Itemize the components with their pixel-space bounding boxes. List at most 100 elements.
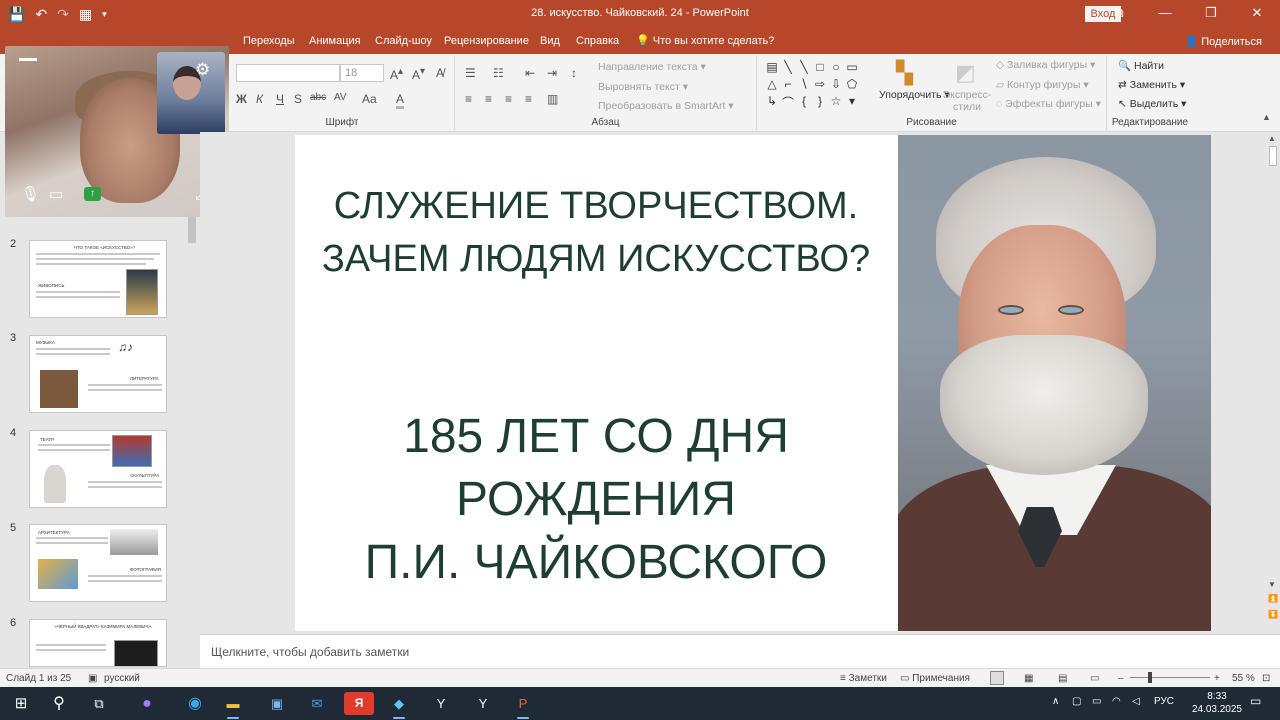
battery-icon[interactable]: ▭ [1092,696,1101,707]
more-shapes-icon[interactable]: ▾ [844,94,860,111]
camera-icon[interactable]: ▭ [49,185,63,203]
star-shape-icon[interactable]: ☆ [828,94,844,111]
increase-indent-icon[interactable]: ⇥ [547,66,557,80]
ribbon-display-icon[interactable]: ⧉ [1096,0,1142,28]
italic-icon[interactable]: К [256,92,263,106]
zoom-slider[interactable] [1130,677,1210,678]
fit-slide-icon[interactable]: ⊡ [1262,673,1270,684]
arc-shape-icon[interactable]: ⌒ [780,94,796,111]
messenger-icon[interactable]: ◆ [384,692,414,719]
file-explorer-icon[interactable]: ▬ [218,692,248,719]
tab-review[interactable]: Рецензирование [444,35,529,47]
shape-effects-button[interactable]: ◌ Эффекты фигуры ▾ [996,98,1101,110]
clear-formatting-icon[interactable]: A̸ [436,66,444,80]
share-button[interactable]: 👤 Поделиться [1184,35,1262,48]
justify-icon[interactable]: ≡ [525,92,532,106]
shadow-icon[interactable]: S [294,92,302,106]
right-arrow-shape-icon[interactable]: ⇨ [812,77,828,94]
tell-me-search[interactable]: 💡 Что вы хотите сделать? [636,34,774,47]
notifications-icon[interactable]: ▭ [1250,694,1261,708]
brace-left-shape-icon[interactable]: { [796,94,812,111]
scroll-down-icon[interactable]: ▼ [1268,580,1276,589]
textbox-shape-icon[interactable]: ▤ [764,60,780,77]
mail-icon[interactable]: ✉ [302,692,332,715]
arrange-icon[interactable]: ▚ [896,60,913,86]
notes-toggle[interactable]: ≡ Заметки [840,673,887,684]
tab-help[interactable]: Справка [576,35,619,47]
tab-transitions[interactable]: Переходы [243,35,295,47]
zoom-out-icon[interactable]: – [1118,673,1124,684]
thumbnail-slide-4[interactable]: ТЕАТР СКУЛЬПТУРА [29,430,167,508]
minimize-icon[interactable]: — [1142,0,1188,28]
restore-icon[interactable]: ❐ [1188,0,1234,28]
comments-toggle[interactable]: ▭ Примечания [900,673,970,684]
line-shape-icon[interactable]: ╲ [780,60,796,77]
store-icon[interactable]: ▣ [262,692,292,715]
start-icon[interactable]: ⊞ [6,692,36,715]
close-icon[interactable]: ✕ [1234,0,1280,28]
slide-sorter-icon[interactable]: ▦ [1024,673,1033,684]
brace-right-shape-icon[interactable]: } [812,94,828,111]
elbow-shape-icon[interactable]: ⌐ [780,77,796,94]
slide-subtitle[interactable]: 185 ЛЕТ СО ДНЯ РОЖДЕНИЯ П.И. ЧАЙКОВСКОГО [305,405,887,594]
yandex-browser-icon[interactable]: Y [426,692,456,715]
find-button[interactable]: 🔍 Найти [1118,59,1164,72]
underline-icon[interactable]: Ч [276,92,284,106]
spacing-icon[interactable]: AV [334,92,347,103]
decrease-font-icon[interactable]: A▾ [412,66,425,82]
tab-animation[interactable]: Анимация [309,35,361,47]
align-left-icon[interactable]: ≡ [465,92,472,106]
slide-scrollbar[interactable]: ▲ ▼ ⏫ ⏬ [1266,132,1280,632]
oval-shape-icon[interactable]: ○ [828,60,844,77]
normal-view-icon[interactable] [990,671,1004,685]
tab-view[interactable]: Вид [540,35,560,47]
font-color-icon[interactable]: A [396,92,405,109]
volume-icon[interactable]: ◁ [1132,696,1140,707]
columns-icon[interactable]: ▥ [547,92,558,106]
align-center-icon[interactable]: ≡ [485,92,492,106]
curve-shape-icon[interactable]: ∖ [796,77,812,94]
task-view-icon[interactable]: ⧉ [84,692,114,715]
reading-view-icon[interactable]: ▤ [1058,673,1067,684]
slideshow-view-icon[interactable]: ▭ [1090,673,1099,684]
arrange-button[interactable]: Упорядочить ▾ [879,89,950,101]
language-indicator[interactable]: русский [104,673,140,684]
slide-scroll-thumb[interactable] [1269,146,1277,166]
zoom-in-icon[interactable]: + [1214,673,1220,684]
triangle-shape-icon[interactable]: △ [764,77,780,94]
screen-share-icon[interactable]: ↑ [84,187,101,201]
tray-app-icon[interactable]: ▢ [1072,696,1081,707]
yandex-browser-2-icon[interactable]: Y [468,692,498,715]
clock[interactable]: 8:33 24.03.2025 [1192,690,1242,716]
smartart-button[interactable]: Преобразовать в SmartArt ▾ [598,100,734,112]
change-case-icon[interactable]: Aa [362,92,377,106]
down-arrow-shape-icon[interactable]: ⇩ [828,77,844,94]
edge-icon[interactable]: ◉ [180,692,210,715]
yandex-icon[interactable]: Я [344,692,374,715]
tray-expand-icon[interactable]: ∧ [1052,696,1059,707]
video-call-overlay[interactable]: ⚙ 🎙 ▭ ↑ ⤢ [5,46,229,217]
increase-font-icon[interactable]: A▴ [390,66,403,82]
prev-slide-icon[interactable]: ⏫ [1268,594,1278,603]
self-view-video[interactable] [157,52,225,134]
tab-slideshow[interactable]: Слайд-шоу [375,35,432,47]
rect-shape-icon[interactable]: □ [812,60,828,77]
shape-fill-button[interactable]: ◇ Заливка фигуры ▾ [996,59,1095,71]
line2-shape-icon[interactable]: ╲ [796,60,812,77]
search-icon[interactable]: ⚲ [44,692,74,715]
input-language[interactable]: РУС [1154,696,1174,707]
wifi-icon[interactable]: ◠ [1112,696,1121,707]
thumbnail-slide-6[interactable]: «ЧЁРНЫЙ КВАДРАТ» КАЗИМИРА МАЛЕВИЧА [29,619,167,667]
bold-icon[interactable]: Ж [236,92,247,106]
thumbnail-slide-5[interactable]: АРХИТЕКТУРА ФОТОГРАФИЯ [29,524,167,602]
alice-assistant-icon[interactable]: ● [132,692,162,715]
font-name-box[interactable] [236,64,340,82]
portrait-image[interactable] [898,135,1211,631]
shapes-gallery[interactable]: ▤ ╲ ╲ □ ○ ▭ △ ⌐ ∖ ⇨ ⇩ ⬠ ↳ ⌒{} ☆ ▾ [764,60,860,111]
collapse-ribbon-icon[interactable]: ▲ [1262,112,1271,122]
pentagon-shape-icon[interactable]: ⬠ [844,77,860,94]
bend-shape-icon[interactable]: ↳ [764,94,780,111]
line-spacing-icon[interactable]: ↕ [571,66,577,80]
next-slide-icon[interactable]: ⏬ [1268,610,1278,619]
numbering-icon[interactable]: ☷ [493,66,504,80]
